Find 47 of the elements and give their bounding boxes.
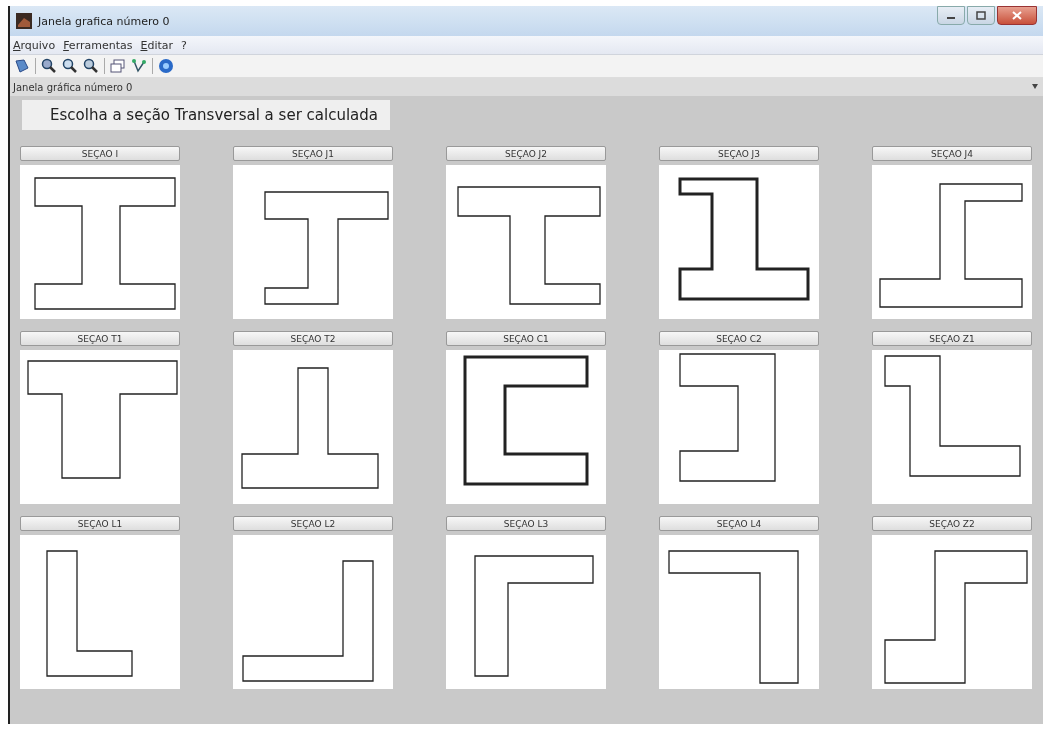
section-card[interactable] — [872, 535, 1032, 689]
maximize-icon — [976, 11, 986, 20]
close-button[interactable] — [997, 6, 1037, 25]
maximize-button[interactable] — [967, 6, 995, 25]
windows-icon[interactable] — [110, 58, 126, 74]
close-icon — [1012, 11, 1022, 20]
section-card[interactable] — [446, 165, 606, 319]
menu-item[interactable]: ? — [181, 38, 187, 52]
menu-item[interactable]: Arquivo — [13, 38, 56, 52]
zoom-out-icon[interactable] — [83, 58, 99, 74]
section-button[interactable]: SEÇAO J2 — [446, 146, 606, 161]
section-card[interactable] — [872, 350, 1032, 504]
menu-item[interactable]: Editar — [140, 38, 174, 52]
section-card[interactable] — [659, 535, 819, 689]
section-card[interactable] — [20, 165, 180, 319]
section-card[interactable] — [233, 350, 393, 504]
section-button[interactable]: SEÇAO J1 — [233, 146, 393, 161]
section-button[interactable]: SEÇAO L1 — [20, 516, 180, 531]
section-button[interactable]: SEÇAO J3 — [659, 146, 819, 161]
pin-icon[interactable] — [1031, 83, 1039, 91]
section-button[interactable]: SEÇAO Z1 — [872, 331, 1032, 346]
section-button[interactable]: SEÇAO Z2 — [872, 516, 1032, 531]
zoom-in-icon[interactable] — [62, 58, 78, 74]
section-card[interactable] — [233, 535, 393, 689]
window-title: Janela grafica número 0 — [38, 14, 171, 28]
section-button[interactable]: SEÇAO I — [20, 146, 180, 161]
zoom-icon[interactable] — [41, 58, 57, 74]
section-button[interactable]: SEÇAO L3 — [446, 516, 606, 531]
section-button[interactable]: SEÇAO L2 — [233, 516, 393, 531]
section-button[interactable]: SEÇAO T2 — [233, 331, 393, 346]
section-button[interactable]: SEÇAO J4 — [872, 146, 1032, 161]
section-button[interactable]: SEÇAO L4 — [659, 516, 819, 531]
section-button[interactable]: SEÇAO C1 — [446, 331, 606, 346]
section-card[interactable] — [233, 165, 393, 319]
section-card[interactable] — [872, 165, 1032, 319]
heading-label: Escolha a seção Transversal a ser calculada — [22, 100, 390, 130]
menu-item[interactable]: Ferramentas — [63, 38, 133, 52]
section-card[interactable] — [659, 350, 819, 504]
panel-title: Janela gráfica número 0 — [13, 81, 133, 93]
app-icon — [16, 13, 32, 29]
section-button[interactable]: SEÇAO C2 — [659, 331, 819, 346]
section-card[interactable] — [659, 165, 819, 319]
section-card[interactable] — [20, 350, 180, 504]
section-card[interactable] — [446, 350, 606, 504]
minimize-button[interactable] — [937, 6, 965, 25]
nodes-icon[interactable] — [131, 58, 147, 74]
section-button[interactable]: SEÇAO T1 — [20, 331, 180, 346]
